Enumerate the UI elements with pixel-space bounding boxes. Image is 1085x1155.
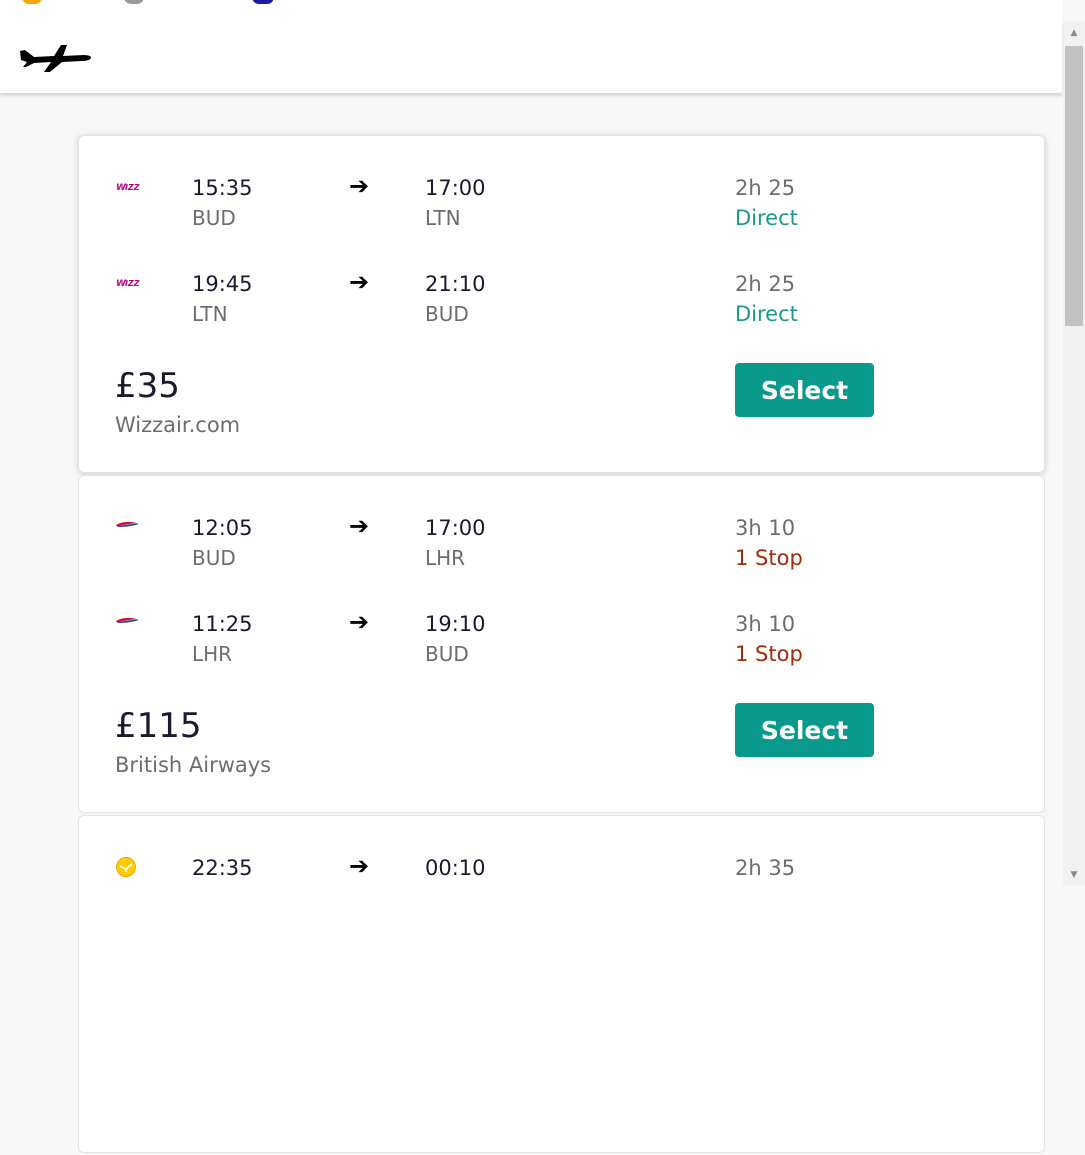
- flight-result-card: W IZZ 15:35 BUD ➔ 17:00 LTN 2h 25 Direct…: [78, 135, 1045, 473]
- scrollbar-thumb[interactable]: [1065, 46, 1083, 326]
- flight-results-list: W IZZ 15:35 BUD ➔ 17:00 LTN 2h 25 Direct…: [78, 135, 1045, 1155]
- flight-leg-outbound: 22:35 ➔ 00:10 2h 35: [79, 852, 1044, 922]
- stops-label: Direct: [735, 302, 798, 326]
- depart-time: 11:25: [192, 612, 253, 636]
- vertical-scrollbar[interactable]: ▲ ▼: [1063, 22, 1085, 886]
- depart-time: 12:05: [192, 516, 253, 540]
- bookmark-icon[interactable]: [124, 0, 144, 4]
- arrive-time: 00:10: [425, 856, 486, 880]
- wizzair-logo-icon: W IZZ: [116, 279, 140, 289]
- arrow-right-icon: ➔: [349, 172, 370, 200]
- depart-airport: LHR: [192, 642, 233, 666]
- select-button[interactable]: Select: [735, 363, 874, 417]
- stops-label: 1 Stop: [735, 642, 803, 666]
- arrow-right-icon: ➔: [349, 268, 370, 296]
- arrive-airport: LHR: [425, 546, 466, 570]
- select-button[interactable]: Select: [735, 703, 874, 757]
- depart-time: 15:35: [192, 176, 253, 200]
- vendor-name: British Airways: [115, 753, 272, 777]
- flight-leg-outbound: 12:05 BUD ➔ 17:00 LHR 3h 10 1 Stop: [79, 512, 1044, 582]
- depart-airport: BUD: [192, 206, 236, 230]
- flight-duration: 3h 10: [735, 612, 796, 636]
- arrive-airport: BUD: [425, 642, 469, 666]
- flight-result-card: 22:35 ➔ 00:10 2h 35: [78, 815, 1045, 1153]
- depart-time: 19:45: [192, 272, 253, 296]
- arrive-time: 17:00: [425, 176, 486, 200]
- flight-leg-return: 11:25 LHR ➔ 19:10 BUD 3h 10 1 Stop: [79, 608, 1044, 678]
- arrive-time: 19:10: [425, 612, 486, 636]
- depart-airport: LTN: [192, 302, 228, 326]
- bookmark-icon[interactable]: [252, 0, 274, 4]
- british-airways-logo-icon: [116, 521, 139, 527]
- arrive-airport: BUD: [425, 302, 469, 326]
- stops-label: Direct: [735, 206, 798, 230]
- british-airways-logo-icon: [116, 617, 139, 623]
- svg-text:IZZ: IZZ: [125, 279, 140, 288]
- price: £115: [115, 706, 202, 746]
- flight-duration: 3h 10: [735, 516, 796, 540]
- depart-time: 22:35: [192, 856, 253, 880]
- flight-duration: 2h 25: [735, 176, 796, 200]
- browser-bookmarks-strip: [0, 0, 1062, 22]
- bookmark-icon[interactable]: [22, 0, 42, 4]
- arrow-right-icon: ➔: [349, 852, 370, 880]
- lufthansa-logo-icon: [116, 857, 136, 877]
- price: £35: [115, 366, 180, 406]
- arrive-airport: LTN: [425, 206, 461, 230]
- flight-duration: 2h 35: [735, 856, 796, 880]
- svg-text:IZZ: IZZ: [125, 183, 140, 192]
- triangle-down-icon[interactable]: ▼: [1063, 864, 1085, 886]
- airplane-icon[interactable]: [18, 39, 92, 75]
- flight-result-card: 12:05 BUD ➔ 17:00 LHR 3h 10 1 Stop 11:25…: [78, 475, 1045, 813]
- arrive-time: 17:00: [425, 516, 486, 540]
- wizzair-logo-icon: W IZZ: [116, 183, 140, 193]
- arrow-right-icon: ➔: [349, 608, 370, 636]
- triangle-up-icon[interactable]: ▲: [1063, 22, 1085, 44]
- depart-airport: BUD: [192, 546, 236, 570]
- flight-leg-outbound: W IZZ 15:35 BUD ➔ 17:00 LTN 2h 25 Direct: [79, 172, 1044, 242]
- site-header: [0, 22, 1062, 94]
- vendor-name: Wizzair.com: [115, 413, 241, 437]
- flight-duration: 2h 25: [735, 272, 796, 296]
- stops-label: 1 Stop: [735, 546, 803, 570]
- arrow-right-icon: ➔: [349, 512, 370, 540]
- flight-leg-return: W IZZ 19:45 LTN ➔ 21:10 BUD 2h 25 Direct: [79, 268, 1044, 338]
- arrive-time: 21:10: [425, 272, 486, 296]
